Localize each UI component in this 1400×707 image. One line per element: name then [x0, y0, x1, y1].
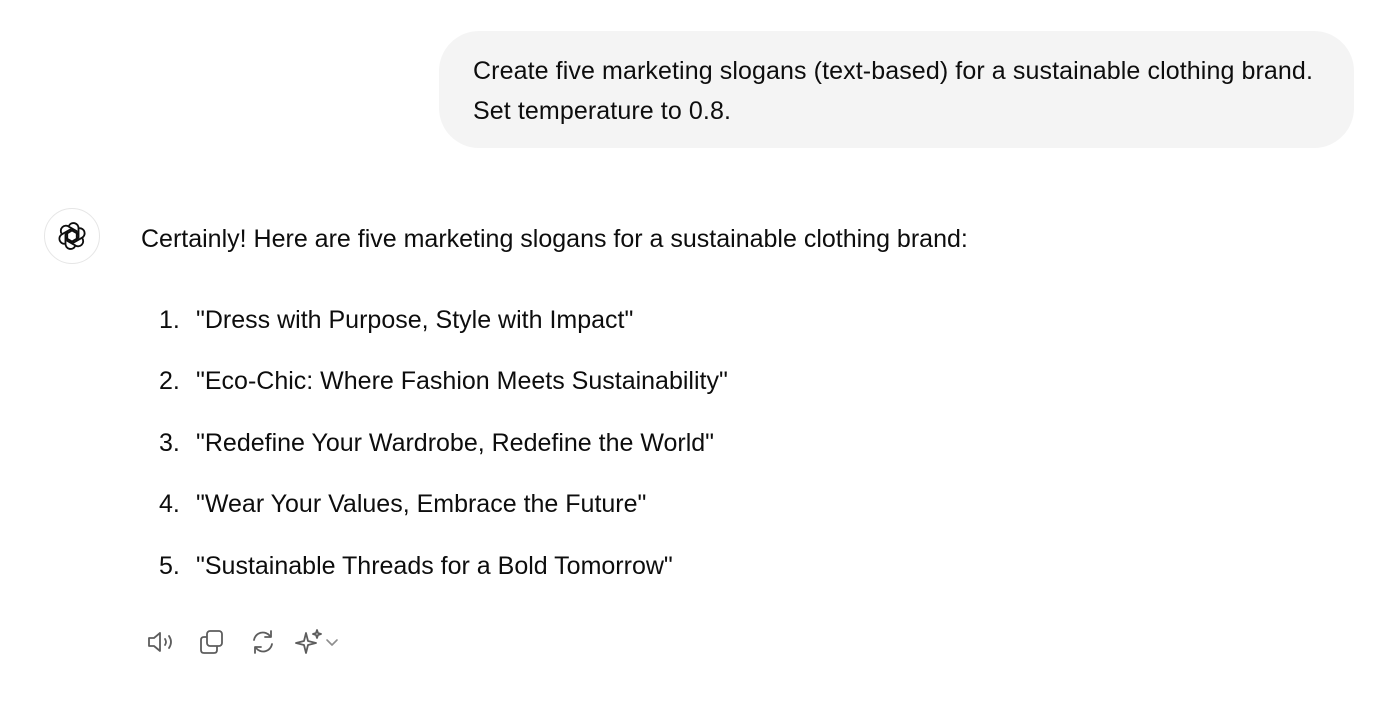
read-aloud-button[interactable] [141, 622, 181, 662]
list-item: 4. "Wear Your Values, Embrace the Future… [141, 483, 1341, 525]
slogan-list: 1. "Dress with Purpose, Style with Impac… [141, 299, 1341, 587]
assistant-intro-text: Certainly! Here are five marketing sloga… [141, 225, 968, 253]
message-actions [141, 622, 340, 662]
list-item-text: "Redefine Your Wardrobe, Redefine the Wo… [196, 428, 715, 457]
copy-icon [200, 630, 223, 654]
list-item: 1. "Dress with Purpose, Style with Impac… [141, 299, 1341, 341]
change-model-button[interactable] [294, 622, 340, 662]
copy-button[interactable] [192, 622, 232, 662]
regenerate-icon [253, 630, 273, 654]
user-message-text: Create five marketing slogans (text-base… [473, 57, 1313, 125]
list-item: 5. "Sustainable Threads for a Bold Tomor… [141, 545, 1341, 587]
list-item-number: 2. [159, 367, 180, 396]
list-item-text: "Eco-Chic: Where Fashion Meets Sustainab… [196, 367, 728, 396]
list-item: 2. "Eco-Chic: Where Fashion Meets Sustai… [141, 360, 1341, 402]
user-message-bubble: Create five marketing slogans (text-base… [439, 31, 1354, 148]
chevron-down-icon [326, 639, 338, 646]
list-item-text: "Sustainable Threads for a Bold Tomorrow… [196, 551, 673, 580]
assistant-message: Certainly! Here are five marketing sloga… [141, 218, 1341, 606]
list-item-number: 3. [159, 428, 180, 457]
list-item: 3. "Redefine Your Wardrobe, Redefine the… [141, 422, 1341, 464]
list-item-number: 1. [159, 306, 180, 334]
list-item-text: "Dress with Purpose, Style with Impact" [196, 306, 634, 334]
list-item-text: "Wear Your Values, Embrace the Future" [196, 490, 647, 519]
regenerate-button[interactable] [243, 622, 283, 662]
assistant-avatar [44, 208, 100, 264]
list-item-number: 4. [159, 490, 180, 519]
list-item-number: 5. [159, 551, 180, 580]
speaker-icon [148, 632, 172, 652]
sparkle-icon [295, 629, 322, 654]
openai-logo-icon [58, 222, 86, 250]
